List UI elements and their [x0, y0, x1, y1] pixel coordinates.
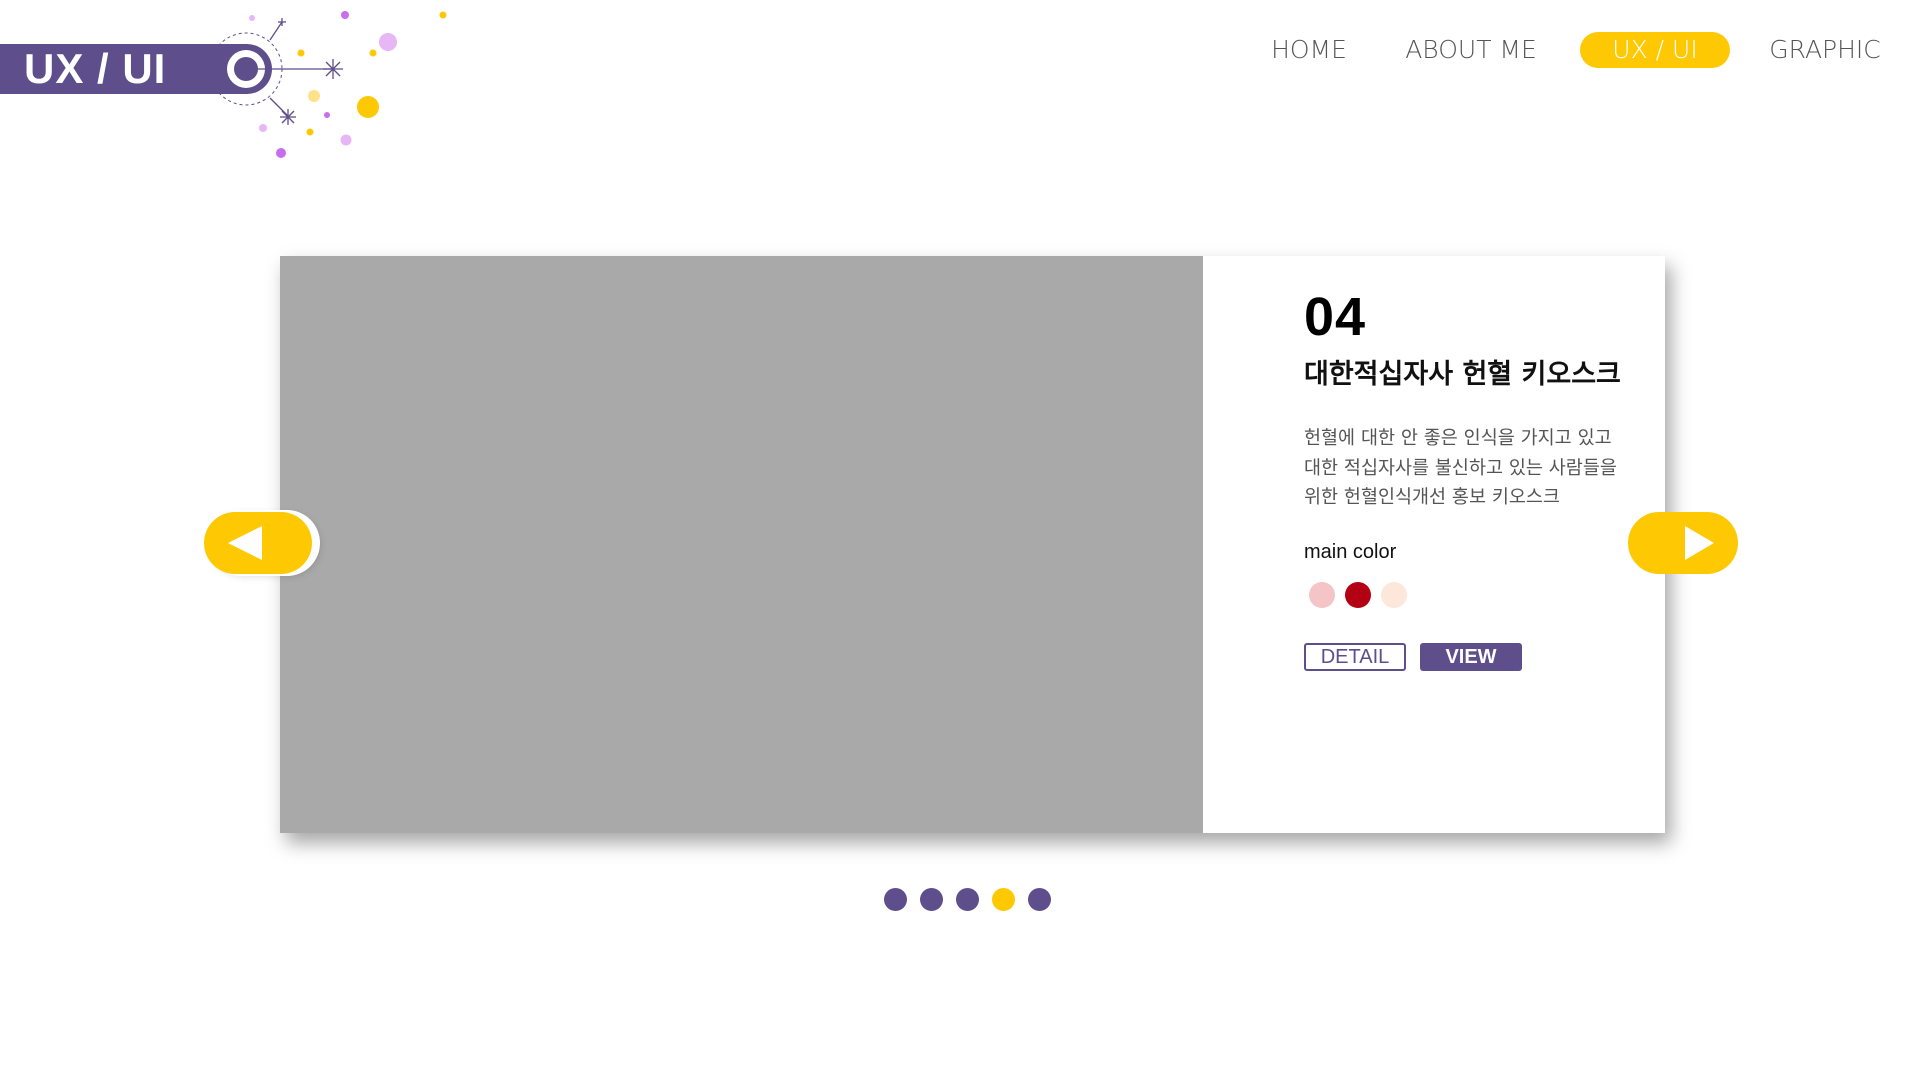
main-color-label: main color	[1304, 541, 1397, 563]
decorative-constellation-icon	[209, 11, 447, 158]
project-number: 04	[1304, 287, 1367, 347]
project-info-panel: 04 대한적십자사 헌혈 키오스크 헌혈에 대한 안 좋은 인식을 가지고 있고…	[1254, 256, 1665, 833]
nav-item-ux-ui[interactable]: UX / UI	[1580, 32, 1730, 68]
project-title: 대한적십자사 헌혈 키오스크	[1304, 359, 1621, 390]
color-swatch-red	[1345, 582, 1371, 608]
pagination-dot-4[interactable]	[992, 888, 1015, 911]
arrow-left-icon	[228, 526, 262, 560]
project-description-line: 위한 헌혈인식개선 홍보 키오스크	[1304, 487, 1560, 508]
project-image-placeholder[interactable]	[280, 256, 1203, 833]
project-description-line: 대한 적십자사를 불신하고 있는 사람들을	[1304, 457, 1617, 479]
pagination-dot-2[interactable]	[920, 888, 943, 911]
prev-slide-button[interactable]	[204, 512, 312, 574]
pagination-dot-1[interactable]	[884, 888, 907, 911]
project-slide-card: 04 대한적십자사 헌혈 키오스크 헌혈에 대한 안 좋은 인식을 가지고 있고…	[280, 256, 1665, 833]
color-swatch-peach	[1381, 582, 1407, 608]
nav-item-about-me[interactable]: ABOUT ME	[1386, 32, 1556, 68]
color-swatch-pink	[1309, 582, 1335, 608]
arrow-right-icon	[1685, 526, 1714, 560]
project-description-line: 헌혈에 대한 안 좋은 인식을 가지고 있고	[1304, 428, 1612, 449]
view-button[interactable]: VIEW	[1420, 643, 1522, 671]
project-description: 헌혈에 대한 안 좋은 인식을 가지고 있고 대한 적십자사를 불신하고 있는 …	[1304, 424, 1644, 513]
nav-item-graphic[interactable]: GRAPHIC	[1750, 32, 1900, 68]
nav-item-home[interactable]: HOME	[1254, 32, 1364, 68]
pagination-dot-5[interactable]	[1028, 888, 1051, 911]
next-slide-button[interactable]	[1628, 512, 1738, 574]
page-title: UX / UI	[24, 45, 167, 92]
pagination-dot-3[interactable]	[956, 888, 979, 911]
detail-button[interactable]: DETAIL	[1304, 643, 1406, 671]
